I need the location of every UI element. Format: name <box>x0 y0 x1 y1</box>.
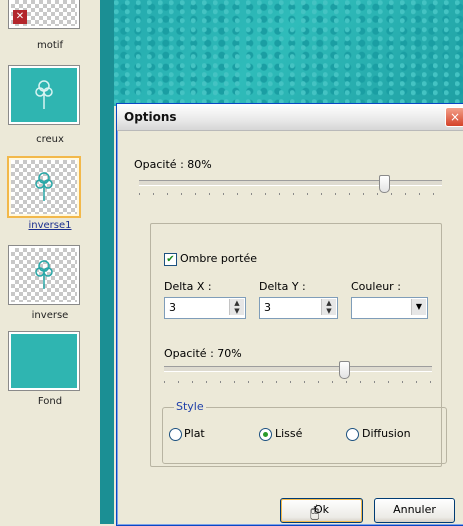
opacity-label: Opacité : 80% <box>134 158 212 171</box>
chevron-down-icon[interactable]: ▼ <box>411 299 426 315</box>
layer-label: inverse1 <box>28 220 72 231</box>
spin-arrows-icon[interactable]: ▲ ▼ <box>321 299 336 315</box>
dialog-title: Options <box>124 110 177 124</box>
layer-x-icon: ✕ <box>13 10 27 24</box>
canvas-border <box>100 0 114 524</box>
layer-label: creux <box>36 134 64 145</box>
delta-y-value: 3 <box>264 301 271 314</box>
layer-label: inverse <box>31 310 69 321</box>
tree-motif-icon <box>35 260 53 289</box>
layer-label: motif <box>36 40 64 51</box>
layer-thumbnail[interactable] <box>8 331 80 391</box>
style-radio-diffusion[interactable] <box>346 428 359 441</box>
style-radio-plat[interactable] <box>169 428 182 441</box>
layer-item-creux[interactable]: creux <box>0 62 100 152</box>
tree-motif-icon <box>35 80 53 109</box>
layer-item-inverse1[interactable]: inverse1 <box>0 156 100 236</box>
ok-button[interactable]: Ok <box>280 498 363 523</box>
layer-item-fond[interactable]: Fond <box>0 330 100 414</box>
delta-x-label: Delta X : <box>164 280 212 293</box>
shadow-opacity-slider-ticks <box>164 381 432 383</box>
style-option-label: Plat <box>184 427 205 440</box>
layer-thumbnail[interactable] <box>8 65 80 125</box>
opacity-slider-thumb[interactable] <box>379 175 390 193</box>
cancel-button[interactable]: Annuler <box>374 498 455 523</box>
style-legend: Style <box>174 400 206 413</box>
image-canvas[interactable] <box>114 0 463 106</box>
color-picker[interactable]: ▼ <box>351 297 428 319</box>
shadow-opacity-label: Opacité : 70% <box>164 347 242 360</box>
shadow-opacity-slider-thumb[interactable] <box>339 361 350 379</box>
style-option-label: Lissé <box>275 427 303 440</box>
tree-motif-icon <box>35 172 53 201</box>
style-radio-lisse[interactable] <box>259 428 272 441</box>
opacity-slider-track[interactable] <box>139 180 442 186</box>
dialog-titlebar[interactable]: Options × <box>117 104 463 131</box>
close-icon[interactable]: × <box>445 107 463 127</box>
layer-item-motif[interactable]: ✕ motif <box>0 0 100 58</box>
opacity-slider-ticks <box>139 193 442 195</box>
layer-thumbnail[interactable]: ✕ <box>8 0 80 29</box>
layer-label: Fond <box>37 396 63 407</box>
layers-panel: ✕ motif creux inverse1 inverse Fond <box>0 0 101 524</box>
layer-thumbnail[interactable] <box>8 245 80 305</box>
style-option-label: Diffusion <box>362 427 411 440</box>
delta-y-label: Delta Y : <box>259 280 306 293</box>
delta-x-stepper[interactable]: 3 ▲ ▼ <box>164 297 246 319</box>
layer-thumbnail[interactable] <box>7 156 81 218</box>
options-dialog: Options × Opacité : 80% ✔ Ombre portée D… <box>116 103 463 526</box>
layer-item-inverse[interactable]: inverse <box>0 242 100 326</box>
shadow-opacity-slider-track[interactable] <box>164 366 432 372</box>
delta-x-value: 3 <box>169 301 176 314</box>
style-group: Style Plat Lissé Diffusion <box>162 400 447 464</box>
delta-y-stepper[interactable]: 3 ▲ ▼ <box>259 297 338 319</box>
mouse-cursor-icon: 🖰 <box>310 502 320 521</box>
shadow-checkbox[interactable]: ✔ <box>164 253 177 266</box>
color-label: Couleur : <box>351 280 401 293</box>
spin-arrows-icon[interactable]: ▲ ▼ <box>229 299 244 315</box>
shadow-checkbox-label: Ombre portée <box>180 252 257 265</box>
